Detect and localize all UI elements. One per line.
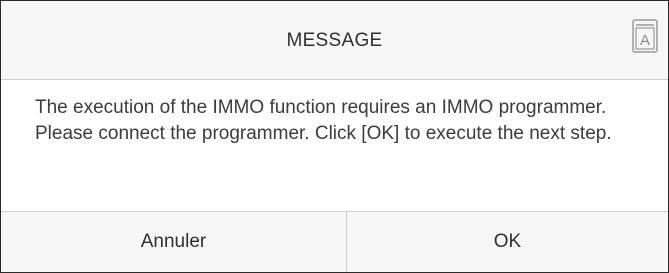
font-size-icon[interactable]: A <box>632 19 658 53</box>
font-size-icon-letter: A <box>640 32 650 49</box>
dialog-title: MESSAGE <box>286 30 383 51</box>
cancel-button[interactable]: Annuler <box>1 212 346 272</box>
ok-button[interactable]: OK <box>347 212 668 272</box>
message-dialog: MESSAGE A The execution of the IMMO func… <box>0 0 669 273</box>
dialog-footer: Annuler OK <box>1 212 668 272</box>
dialog-header: MESSAGE A <box>1 1 668 79</box>
dialog-message: The execution of the IMMO function requi… <box>35 97 612 144</box>
dialog-body: The execution of the IMMO function requi… <box>1 80 668 211</box>
